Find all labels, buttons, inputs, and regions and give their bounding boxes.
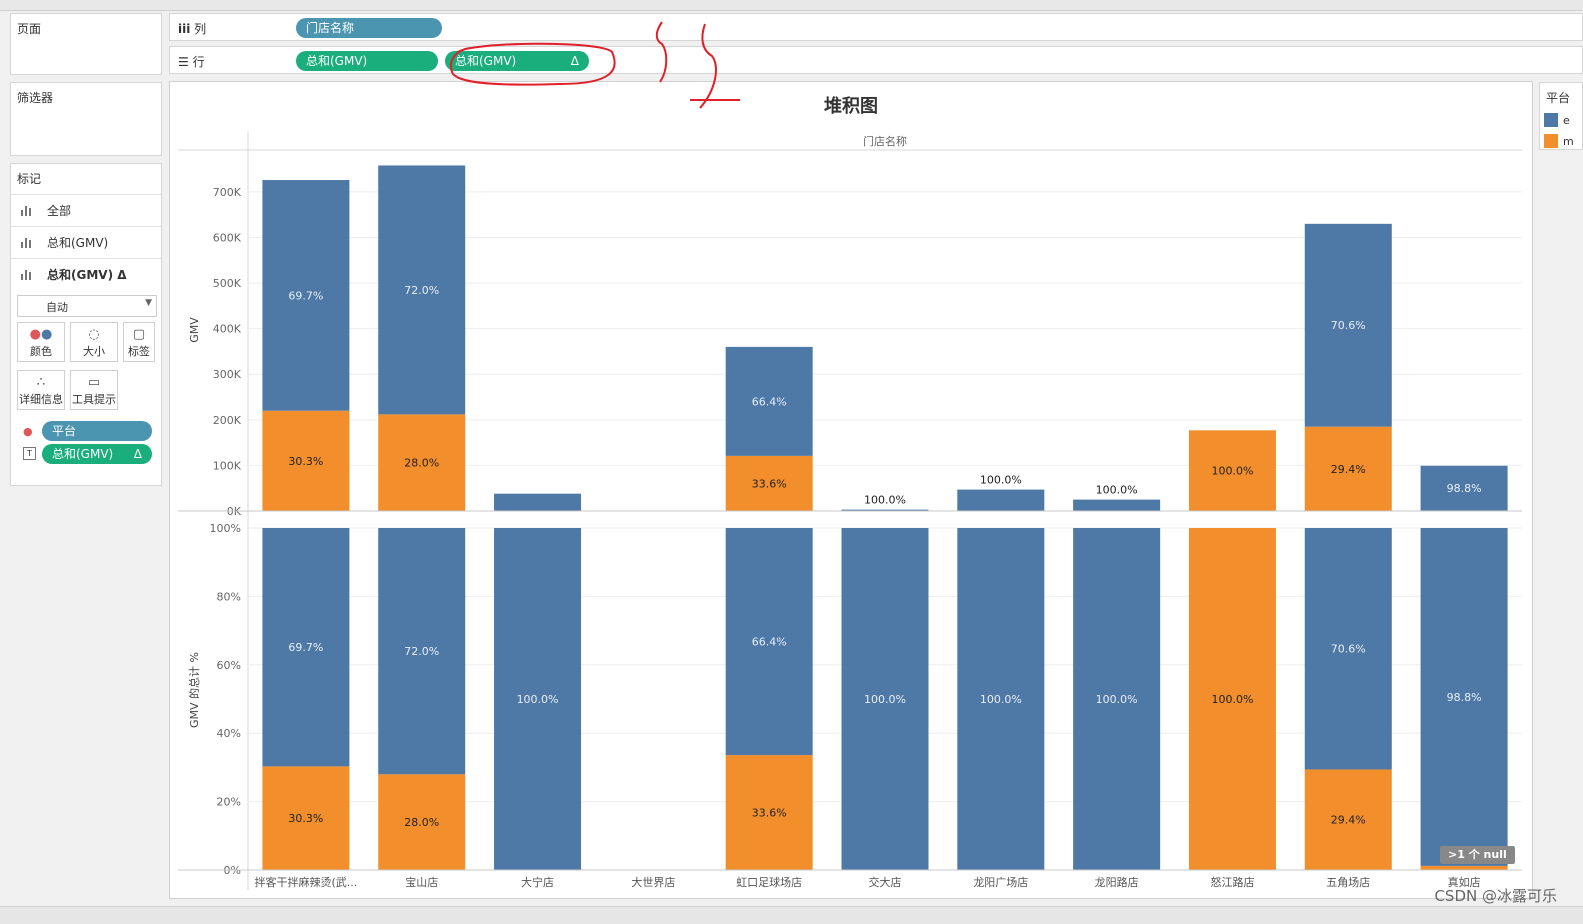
bottom-panel-data-label: 69.7%	[288, 641, 323, 654]
bottom-panel-data-label: 70.6%	[1331, 643, 1366, 656]
top-panel-data-label: 100.0%	[1211, 465, 1253, 478]
bottom-panel-tick-label: 80%	[217, 590, 241, 603]
category-label: 大世界店	[631, 875, 675, 889]
top-panel-tick-label: 300K	[213, 368, 242, 381]
top-panel-data-label: 29.4%	[1331, 463, 1366, 476]
top-panel-axis-label: GMV	[188, 317, 201, 343]
category-label: 拌客干拌麻辣烫(武...	[255, 875, 358, 889]
bottom-panel-data-label: 98.8%	[1447, 691, 1482, 704]
chart-title: 堆积图	[824, 95, 878, 117]
top-panel-bar-e	[957, 489, 1045, 511]
category-label: 宝山店	[405, 875, 438, 889]
bottom-panel-data-label: 66.4%	[752, 636, 787, 649]
top-panel-data-label: 98.8%	[1447, 482, 1482, 495]
category-label: 五角场店	[1326, 875, 1370, 889]
bottom-panel-data-label: 28.0%	[404, 816, 439, 829]
top-panel-tick-label: 400K	[213, 323, 242, 336]
top-panel-tick-label: 700K	[213, 186, 242, 199]
sheet-tabs-bar[interactable]	[0, 906, 1583, 924]
top-panel-bar-e	[1073, 499, 1161, 511]
bottom-panel-data-label: 72.0%	[404, 645, 439, 658]
top-panel-data-label: 33.6%	[752, 477, 787, 490]
null-indicator-badge[interactable]: >1 个 null	[1440, 846, 1515, 864]
bottom-panel-data-label: 100.0%	[980, 693, 1022, 706]
top-panel-data-label: 100.0%	[1096, 484, 1138, 497]
bottom-panel-tick-label: 40%	[217, 727, 241, 740]
bottom-panel-data-label: 29.4%	[1331, 814, 1366, 827]
category-label: 交大店	[869, 875, 902, 889]
column-header-label: 门店名称	[863, 134, 907, 148]
bottom-panel-data-label: 100.0%	[517, 693, 559, 706]
top-panel-bar-e	[494, 493, 582, 511]
top-panel-data-label: 100.0%	[864, 494, 906, 507]
watermark: CSDN @冰露可乐	[1434, 887, 1557, 905]
top-panel-data-label: 30.3%	[288, 455, 323, 468]
top-panel-data-label: 70.6%	[1331, 319, 1366, 332]
category-label: 龙阳路店	[1095, 875, 1139, 889]
bottom-panel-bar-m	[1420, 865, 1508, 870]
top-panel-data-label: 72.0%	[404, 284, 439, 297]
category-label: 龙阳广场店	[973, 875, 1028, 889]
top-panel-tick-label: 100K	[213, 459, 242, 472]
bottom-panel-data-label: 33.6%	[752, 807, 787, 820]
stacked-bar-chart: 堆积图门店名称0K100K200K300K400K500K600K700KGMV…	[178, 95, 1522, 890]
top-panel-data-label: 28.0%	[404, 457, 439, 470]
top-panel-tick-label: 600K	[213, 231, 242, 244]
bottom-panel-axis-label: GMV 的总计 %	[187, 652, 201, 728]
bottom-panel-tick-label: 100%	[210, 522, 241, 535]
top-panel-data-label: 100.0%	[980, 474, 1022, 487]
category-label: 大宁店	[521, 875, 554, 889]
top-panel-tick-label: 500K	[213, 277, 242, 290]
category-label: 怒江路店	[1210, 875, 1254, 889]
bottom-panel-tick-label: 20%	[217, 796, 241, 809]
bottom-panel-data-label: 100.0%	[1096, 693, 1138, 706]
category-label: 虹口足球场店	[736, 875, 802, 889]
bottom-panel-tick-label: 60%	[217, 659, 241, 672]
top-panel-data-label: 66.4%	[752, 395, 787, 408]
bottom-panel-data-label: 30.3%	[288, 812, 323, 825]
top-panel-tick-label: 200K	[213, 414, 242, 427]
bottom-panel-data-label: 100.0%	[1211, 693, 1253, 706]
bottom-panel-data-label: 100.0%	[864, 693, 906, 706]
top-panel-data-label: 69.7%	[288, 289, 323, 302]
